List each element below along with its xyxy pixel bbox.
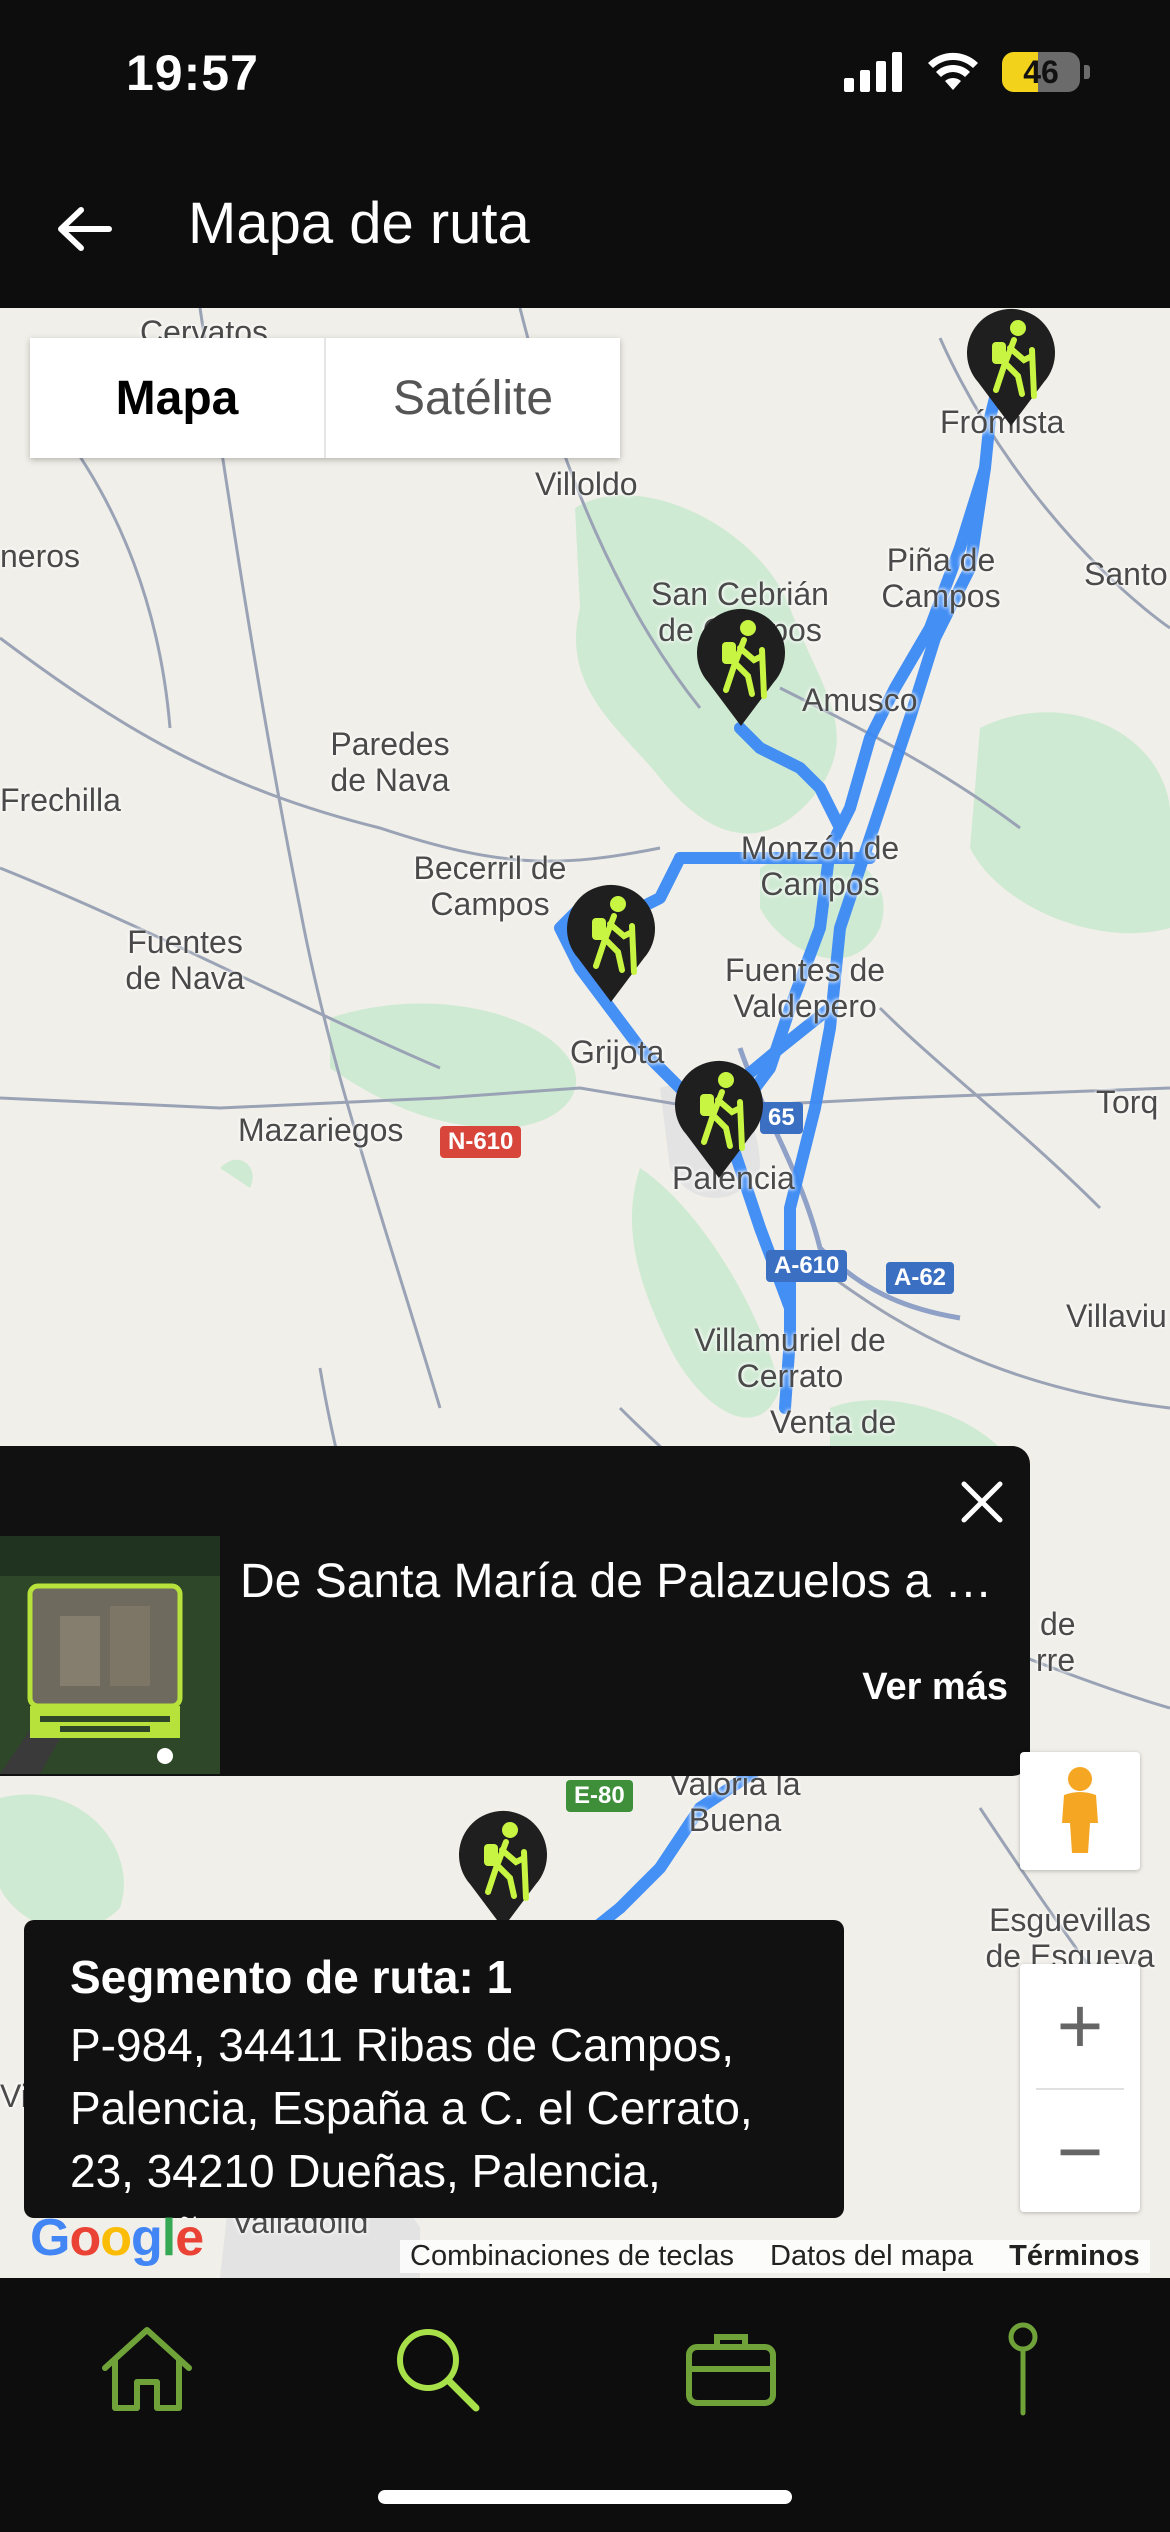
hiker-icon bbox=[459, 1810, 547, 1928]
google-logo: Google bbox=[30, 2209, 204, 2267]
terms-link[interactable]: Términos bbox=[1009, 2240, 1140, 2273]
road-badge: A-62 bbox=[886, 1262, 955, 1294]
zoom-controls: + − bbox=[1020, 1964, 1140, 2212]
route-pin[interactable] bbox=[962, 308, 1060, 428]
battery-level: 46 bbox=[1023, 54, 1059, 90]
road-badge: N-610 bbox=[440, 1126, 522, 1158]
place-label: Amusco bbox=[802, 682, 918, 718]
place-label: Paredes de Nava bbox=[330, 726, 450, 798]
place-label: Fuentes de Nava bbox=[125, 924, 245, 996]
place-label: Villamuriel de Cerrato bbox=[694, 1322, 886, 1394]
place-label: Santo bbox=[1084, 556, 1168, 592]
route-thumbnail bbox=[0, 1536, 220, 1774]
nav-location[interactable] bbox=[968, 2314, 1078, 2424]
status-time: 19:57 bbox=[126, 45, 259, 101]
place-label: Frechilla bbox=[0, 782, 121, 818]
status-bar: 19:57 46 bbox=[0, 0, 1170, 150]
arrow-left-icon bbox=[58, 207, 112, 251]
nav-briefcase[interactable] bbox=[676, 2314, 786, 2424]
hiker-icon bbox=[567, 884, 655, 1002]
battery-icon: 46 bbox=[1002, 52, 1080, 92]
place-label: Fuentes de Valdepero bbox=[724, 952, 886, 1024]
map-type-toggle: Mapa Satélite bbox=[30, 338, 620, 458]
route-pin[interactable] bbox=[692, 604, 790, 728]
route-pin[interactable] bbox=[562, 880, 660, 1004]
street-view-button[interactable] bbox=[1020, 1752, 1140, 1870]
briefcase-icon bbox=[686, 2334, 776, 2406]
place-label: rre bbox=[1036, 1642, 1076, 1678]
zoom-in-button[interactable]: + bbox=[1020, 1964, 1140, 2088]
close-popup-button[interactable] bbox=[956, 1476, 1008, 1528]
battery-tip bbox=[1084, 65, 1090, 79]
place-label: Valoria la Buena bbox=[669, 1766, 801, 1838]
page-title: Mapa de ruta bbox=[188, 191, 530, 256]
place-label: Grijota bbox=[570, 1034, 665, 1070]
place-label: Torq bbox=[1096, 1084, 1159, 1120]
wifi-icon bbox=[928, 52, 978, 90]
place-label: Piña de Campos bbox=[881, 542, 1001, 614]
route-thumbnail-image bbox=[0, 1536, 220, 1774]
map-data-link[interactable]: Datos del mapa bbox=[770, 2240, 973, 2273]
cellular-signal-icon bbox=[844, 52, 902, 92]
search-icon bbox=[397, 2329, 480, 2412]
road-badge: A-610 bbox=[766, 1250, 848, 1282]
hiker-icon bbox=[675, 1060, 763, 1178]
place-label: Venta de bbox=[770, 1404, 897, 1440]
map-type-map-button[interactable]: Mapa bbox=[30, 338, 326, 458]
nav-search[interactable] bbox=[382, 2314, 492, 2424]
map-attribution: Combinaciones de teclas Datos del mapa T… bbox=[400, 2240, 1150, 2273]
map-type-satellite-button[interactable]: Satélite bbox=[326, 338, 620, 458]
place-label: Becerril de Campos bbox=[413, 850, 567, 922]
place-label: Monzón de Campos bbox=[740, 830, 900, 902]
back-button[interactable] bbox=[40, 184, 130, 274]
route-pin[interactable] bbox=[670, 1056, 768, 1180]
hiker-icon bbox=[697, 608, 785, 726]
hiker-icon bbox=[967, 308, 1055, 426]
place-label: Villaviu bbox=[1066, 1298, 1167, 1334]
see-more-link[interactable]: Ver más bbox=[862, 1666, 1008, 1709]
app-header: Mapa de ruta bbox=[0, 150, 1170, 308]
route-segment-info: Segmento de ruta: 1 P-984, 34411 Ribas d… bbox=[24, 1920, 844, 2218]
place-label: de bbox=[1040, 1606, 1076, 1642]
segment-description: P-984, 34411 Ribas de Campos, Palencia, … bbox=[70, 2019, 753, 2218]
route-pin[interactable] bbox=[454, 1806, 552, 1930]
close-icon bbox=[961, 1481, 1003, 1523]
place-label: Mazariegos bbox=[238, 1112, 404, 1148]
road-badge: E-80 bbox=[566, 1780, 633, 1812]
map-pin-icon bbox=[1008, 2322, 1038, 2416]
place-label: Villoldo bbox=[535, 466, 638, 502]
home-indicator bbox=[378, 2490, 792, 2504]
nav-home[interactable] bbox=[92, 2314, 202, 2424]
popup-pointer bbox=[470, 1466, 530, 1500]
zoom-out-button[interactable]: − bbox=[1020, 2090, 1140, 2214]
place-label: neros bbox=[0, 538, 81, 574]
keyboard-shortcuts-link[interactable]: Combinaciones de teclas bbox=[410, 2240, 734, 2273]
home-icon bbox=[102, 2327, 192, 2411]
segment-title: Segmento de ruta: 1 bbox=[70, 1951, 513, 2003]
status-icons: 46 bbox=[844, 52, 1090, 92]
route-title: De Santa María de Palazuelos a … bbox=[240, 1555, 993, 1608]
route-map[interactable]: Cervatos Frómista Villoldo neros San Ceb… bbox=[0, 308, 1170, 2278]
pegman-icon bbox=[1062, 1767, 1098, 1853]
